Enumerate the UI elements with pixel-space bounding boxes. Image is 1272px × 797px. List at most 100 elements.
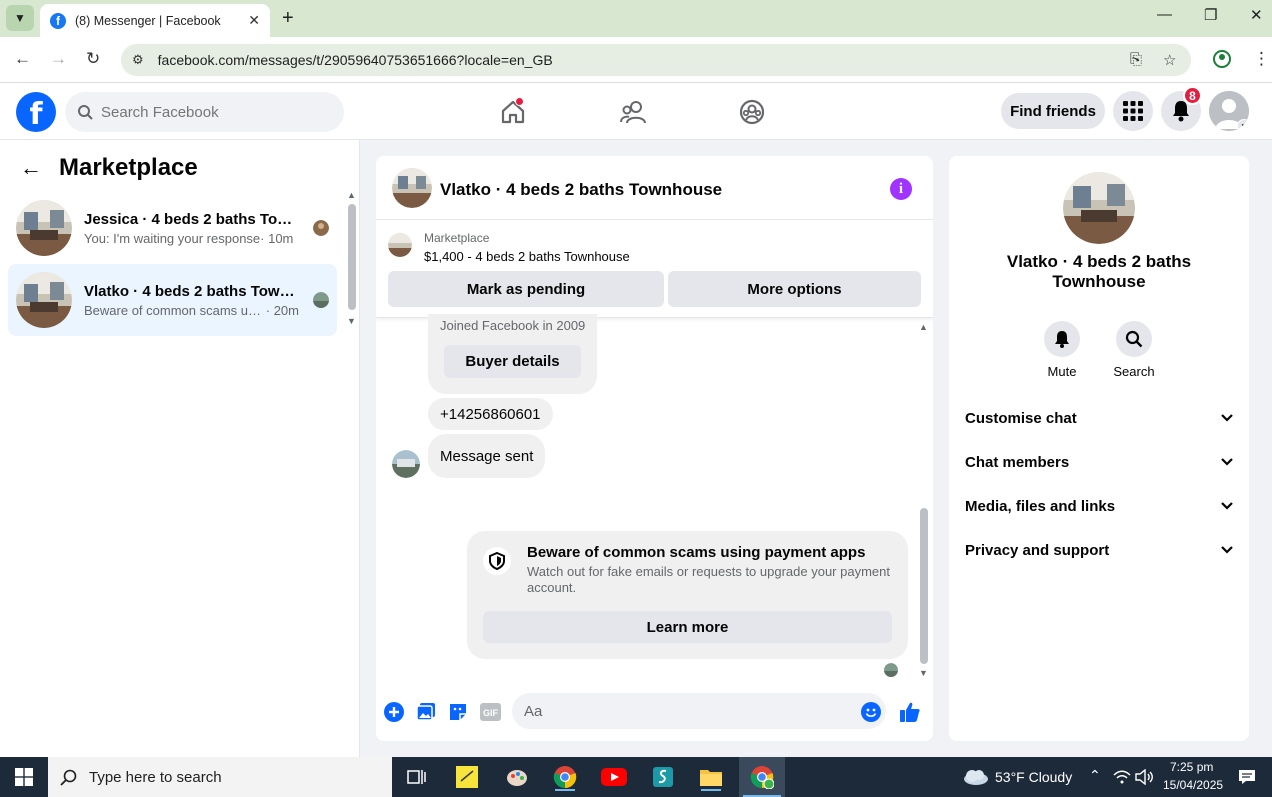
conversation-item-jessica[interactable]: Jessica · 4 beds 2 baths Townhouse You: … (8, 192, 337, 264)
conversation-preview: Beware of common scams using payment app… (84, 303, 299, 318)
youtube-icon[interactable] (600, 763, 628, 791)
facebook-logo-icon[interactable]: f (16, 92, 56, 132)
paint-app-icon[interactable] (503, 763, 531, 791)
bookmark-star-icon[interactable]: ☆ (1163, 51, 1176, 69)
file-explorer-icon[interactable] (697, 763, 725, 791)
task-view-icon[interactable] (403, 763, 431, 791)
search-label: Search (1113, 364, 1155, 379)
scrollbar-thumb[interactable] (920, 508, 928, 664)
search-action[interactable]: Search (1104, 321, 1164, 379)
site-settings-icon[interactable]: ⚙ (132, 52, 144, 68)
scroll-down-icon[interactable]: ▼ (919, 668, 928, 678)
conversation-list-panel: ← Marketplace Jessica · 4 beds 2 baths T… (0, 140, 360, 757)
customise-chat-section[interactable]: Customise chat (965, 404, 1233, 432)
last-message-snippet: You: I'm waiting your response (84, 230, 261, 246)
volume-icon[interactable] (1134, 763, 1154, 791)
cloudy-weather-icon[interactable] (960, 763, 990, 791)
emoji-icon[interactable] (860, 701, 882, 723)
close-window-icon[interactable]: ✕ (1250, 6, 1263, 24)
chat-avatar[interactable] (392, 168, 432, 208)
facebook-search-box[interactable] (65, 92, 344, 132)
conversation-item-vlatko[interactable]: Vlatko · 4 beds 2 baths Townhouse Beware… (8, 264, 337, 336)
active-taskbar-button[interactable] (739, 757, 785, 797)
scroll-down-icon[interactable]: ▼ (347, 316, 356, 326)
chat-members-section[interactable]: Chat members (965, 448, 1233, 476)
privacy-support-section[interactable]: Privacy and support (965, 536, 1233, 564)
section-label: Customise chat (965, 409, 1077, 427)
address-bar[interactable]: ⚙ facebook.com/messages/t/29059640753651… (121, 44, 1191, 76)
buyer-info-card: Joined Facebook in 2009 Buyer details (428, 314, 597, 394)
friends-nav-button[interactable] (613, 96, 653, 128)
more-options-button[interactable]: More options (668, 271, 921, 307)
scrollbar-thumb[interactable] (348, 204, 356, 310)
chrome-icon[interactable] (551, 763, 579, 791)
sender-avatar[interactable] (392, 450, 420, 478)
tab-title: (8) Messenger | Facebook (75, 13, 221, 28)
tab-search-button[interactable]: ▼ (6, 5, 34, 31)
attach-photo-icon[interactable] (415, 701, 437, 723)
listing-photo (16, 200, 72, 256)
app-grid-icon (1123, 101, 1143, 121)
forward-arrow-icon[interactable]: → (50, 49, 67, 69)
conversation-photo[interactable] (1063, 172, 1135, 244)
chevron-down-icon (1221, 458, 1233, 466)
windows-start-icon[interactable] (10, 763, 38, 791)
chevron-up-icon[interactable]: ⌃ (1089, 767, 1101, 784)
friends-icon (620, 101, 646, 124)
browser-tab-messenger[interactable]: f (8) Messenger | Facebook ✕ (40, 4, 270, 37)
weather-text[interactable]: 53°F Cloudy (995, 769, 1072, 785)
app-s-icon[interactable] (649, 763, 677, 791)
marketplace-label: Marketplace (424, 231, 490, 245)
section-label: Chat members (965, 453, 1070, 471)
thumbs-up-icon[interactable] (899, 701, 921, 723)
groups-nav-button[interactable] (732, 96, 772, 128)
restore-window-icon[interactable]: ❐ (1204, 6, 1217, 24)
notifications-button[interactable]: 8 (1161, 86, 1202, 131)
mark-as-pending-button[interactable]: Mark as pending (388, 271, 664, 307)
message-input[interactable] (512, 693, 886, 729)
conversation-list-scrollbar[interactable]: ▲ ▼ (347, 190, 356, 326)
buyer-details-button[interactable]: Buyer details (444, 345, 581, 378)
mute-action[interactable]: Mute (1032, 321, 1092, 379)
new-tab-icon[interactable]: + (282, 7, 294, 30)
find-friends-button[interactable]: Find friends (1001, 93, 1105, 129)
taskbar-search-box[interactable]: Type here to search (48, 757, 392, 797)
listing-price-title[interactable]: $1,400 - 4 beds 2 baths Townhouse (424, 249, 630, 264)
section-label: Privacy and support (965, 541, 1110, 559)
message-bubble[interactable]: +14256860601 (428, 398, 553, 430)
sticky-notes-icon[interactable] (453, 763, 481, 791)
menu-button[interactable] (1113, 91, 1153, 131)
reload-icon[interactable]: ↻ (86, 49, 100, 69)
browser-tab-strip: ▼ f (8) Messenger | Facebook ✕ + — ❐ ✕ (0, 0, 1272, 37)
tab-close-icon[interactable]: ✕ (248, 12, 260, 29)
minimize-window-icon[interactable]: — (1157, 6, 1172, 23)
back-arrow-icon[interactable]: ← (14, 49, 31, 69)
browser-menu-icon[interactable]: ⋮ (1253, 49, 1270, 69)
notification-center-icon[interactable] (1235, 763, 1259, 791)
facebook-search-input[interactable] (101, 103, 321, 121)
clock-date[interactable]: 15/04/2025 (1163, 778, 1223, 792)
clock-time[interactable]: 7:25 pm (1170, 760, 1213, 774)
back-arrow-icon[interactable]: ← (20, 155, 42, 181)
gif-icon[interactable]: GIF (479, 701, 501, 723)
wifi-icon[interactable] (1112, 763, 1132, 791)
scroll-up-icon[interactable]: ▲ (347, 190, 356, 200)
home-nav-button[interactable] (493, 96, 533, 128)
joined-text: Joined Facebook in 2009 (440, 318, 586, 333)
chevron-down-icon: ▼ (1237, 119, 1249, 131)
account-avatar-button[interactable]: ▼ (1209, 91, 1249, 131)
profile-icon[interactable] (1213, 50, 1231, 73)
media-files-links-section[interactable]: Media, files and links (965, 492, 1233, 520)
conversation-info-icon[interactable]: i (890, 178, 912, 200)
more-actions-plus-icon[interactable] (383, 701, 405, 723)
shield-icon (483, 547, 511, 575)
sticker-icon[interactable] (447, 701, 469, 723)
chat-title[interactable]: Vlatko · 4 beds 2 baths Townhouse (440, 180, 722, 200)
learn-more-button[interactable]: Learn more (483, 611, 892, 643)
facebook-favicon-icon: f (50, 12, 66, 29)
listing-thumbnail[interactable] (388, 233, 412, 257)
install-app-icon[interactable]: ⎘ (1130, 51, 1142, 68)
scroll-up-icon[interactable]: ▲ (919, 322, 928, 332)
chat-scrollbar[interactable]: ▲ ▼ (917, 322, 931, 678)
message-bubble[interactable]: Message sent (428, 434, 546, 478)
